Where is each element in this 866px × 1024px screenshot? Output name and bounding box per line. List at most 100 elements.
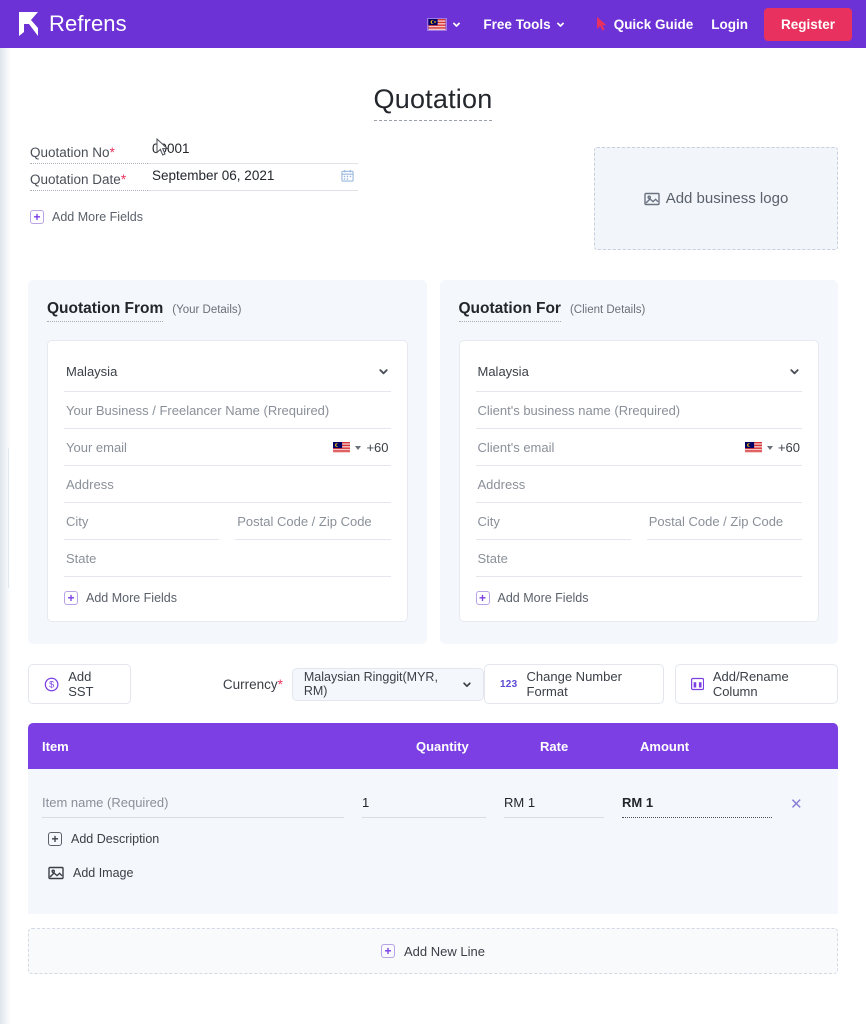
- nav-quick-guide[interactable]: Quick Guide: [595, 16, 693, 32]
- from-city-input[interactable]: City: [64, 503, 220, 540]
- quotation-date-label[interactable]: Quotation Date*: [30, 172, 148, 191]
- for-postal-placeholder: Postal Code / Zip Code: [648, 514, 784, 529]
- add-rename-column-label: Add/Rename Column: [712, 669, 789, 699]
- quotation-for-title[interactable]: Quotation For: [458, 300, 561, 322]
- required-asterisk: *: [109, 145, 115, 160]
- for-postal-input[interactable]: Postal Code / Zip Code: [646, 503, 802, 540]
- quotation-no-label-text: Quotation No: [30, 145, 110, 160]
- add-new-line-label: Add New Line: [404, 943, 485, 959]
- add-image-label: Add Image: [73, 866, 134, 880]
- from-email-phone-row[interactable]: Your email +60: [64, 429, 391, 466]
- calendar-icon[interactable]: [341, 169, 354, 182]
- document-title-wrap: Quotation: [0, 48, 866, 121]
- page-title[interactable]: Quotation: [373, 84, 493, 121]
- top-navbar: Refrens Free Tools Quick Guide Login Reg…: [0, 0, 866, 48]
- brand-logo[interactable]: Refrens: [16, 10, 127, 38]
- from-state-input[interactable]: State: [64, 540, 391, 577]
- for-phone-code: +60: [777, 440, 800, 455]
- plus-icon: +: [475, 591, 490, 605]
- items-table: Item Quantity Rate Amount Item name (Req…: [28, 723, 838, 914]
- plus-icon: +: [64, 591, 78, 605]
- quotation-for-panel: Quotation For (Client Details) Malaysia …: [439, 280, 838, 644]
- parties-section: Quotation From (Your Details) Malaysia Y…: [28, 280, 838, 644]
- nav-login[interactable]: Login: [711, 17, 748, 32]
- add-sst-button[interactable]: $ Add SST: [28, 664, 131, 704]
- required-asterisk: *: [277, 676, 283, 692]
- from-address-placeholder: Address: [66, 477, 114, 492]
- mouse-cursor: [156, 138, 169, 156]
- chevron-down-icon: [463, 681, 471, 687]
- add-sst-label: Add SST: [68, 669, 94, 699]
- for-email-placeholder: Client's email: [477, 440, 555, 455]
- quotation-no-label[interactable]: Quotation No*: [30, 145, 148, 164]
- add-more-fields-button[interactable]: + Add More Fields: [30, 210, 143, 224]
- for-state-input[interactable]: State: [475, 540, 802, 577]
- nav-free-tools-label: Free Tools: [483, 16, 551, 32]
- caret-down-icon: [766, 445, 773, 450]
- change-number-format-button[interactable]: 123 Change Number Format: [483, 664, 664, 704]
- add-description-label: Add Description: [71, 832, 160, 846]
- for-business-name-input[interactable]: Client's business name (Rrequired): [475, 392, 802, 429]
- from-address-input[interactable]: Address: [64, 466, 391, 503]
- from-email-placeholder: Your email: [66, 440, 127, 455]
- from-city-postal-row: City Postal Code / Zip Code: [64, 503, 391, 540]
- register-button[interactable]: Register: [763, 7, 852, 41]
- row-delete-button[interactable]: ✕: [790, 795, 824, 818]
- image-icon: [48, 866, 64, 880]
- for-city-input[interactable]: City: [475, 503, 631, 540]
- add-new-line-button[interactable]: + Add New Line: [28, 928, 838, 974]
- from-add-more-fields-button[interactable]: + Add More Fields: [64, 591, 177, 605]
- quotation-from-card: Malaysia Your Business / Freelancer Name…: [47, 340, 408, 622]
- language-selector[interactable]: [427, 17, 461, 31]
- row-quantity-input[interactable]: 1: [362, 795, 486, 818]
- chevron-down-icon: [556, 22, 564, 27]
- quotation-from-title[interactable]: Quotation From: [47, 300, 164, 322]
- for-phone-group[interactable]: +60: [744, 440, 800, 455]
- for-add-more-fields-button[interactable]: + Add More Fields: [475, 591, 589, 605]
- row-item-input[interactable]: Item name (Required): [42, 795, 344, 818]
- malaysia-flag-icon: [427, 17, 448, 31]
- quotation-date-value: September 06, 2021: [152, 168, 275, 183]
- from-business-name-input[interactable]: Your Business / Freelancer Name (Rrequir…: [64, 392, 391, 429]
- svg-text:$: $: [49, 679, 54, 689]
- quotation-date-input[interactable]: September 06, 2021: [148, 168, 358, 191]
- add-description-button[interactable]: + Add Description: [48, 832, 824, 846]
- from-phone-group[interactable]: +60: [333, 440, 389, 455]
- for-country-select[interactable]: Malaysia: [475, 355, 802, 392]
- quotation-no-input[interactable]: 00001: [148, 141, 358, 164]
- malaysia-flag-icon: [744, 442, 762, 453]
- chevron-down-icon: [453, 22, 461, 27]
- quotation-from-header: Quotation From (Your Details): [47, 300, 408, 322]
- dollar-circle-icon: $: [44, 677, 59, 691]
- for-city-postal-row: City Postal Code / Zip Code: [475, 503, 802, 540]
- add-more-fields-label: Add More Fields: [52, 210, 144, 224]
- table-row: Item name (Required) 1 RM 1 RM 1 ✕: [42, 769, 824, 818]
- left-page-edge: [0, 48, 11, 1024]
- quotation-no-row: Quotation No* 00001: [30, 141, 358, 164]
- for-address-input[interactable]: Address: [475, 466, 802, 503]
- quotation-for-header: Quotation For (Client Details): [458, 300, 820, 322]
- currency-select[interactable]: Malaysian Ringgit(MYR, RM): [291, 667, 484, 701]
- for-state-placeholder: State: [477, 551, 508, 566]
- for-email-phone-row[interactable]: Client's email +60: [475, 429, 802, 466]
- plus-icon: +: [30, 210, 44, 224]
- add-image-button[interactable]: Add Image: [48, 865, 824, 881]
- nav-free-tools[interactable]: Free Tools: [483, 17, 564, 32]
- currency-label: Currency*: [223, 677, 283, 692]
- row-amount-value[interactable]: RM 1: [622, 795, 772, 818]
- add-rename-column-button[interactable]: Add/Rename Column: [674, 664, 838, 704]
- from-country-select[interactable]: Malaysia: [64, 355, 391, 392]
- from-postal-input[interactable]: Postal Code / Zip Code: [235, 503, 391, 540]
- quotation-from-subtitle: (Your Details): [172, 304, 242, 316]
- quotation-no-value: 00001: [152, 141, 190, 156]
- for-city-placeholder: City: [477, 514, 500, 529]
- for-add-more-fields-label: Add More Fields: [497, 591, 589, 605]
- column-header-rate: Rate: [540, 738, 569, 754]
- for-country-value: Malaysia: [477, 364, 529, 379]
- currency-label-text: Currency: [222, 676, 278, 692]
- from-state-placeholder: State: [66, 551, 97, 566]
- from-business-name-placeholder: Your Business / Freelancer Name (Rrequir…: [66, 403, 330, 418]
- required-asterisk: *: [120, 172, 127, 187]
- row-rate-input[interactable]: RM 1: [504, 795, 604, 818]
- add-business-logo-dropzone[interactable]: Add business logo: [594, 147, 838, 250]
